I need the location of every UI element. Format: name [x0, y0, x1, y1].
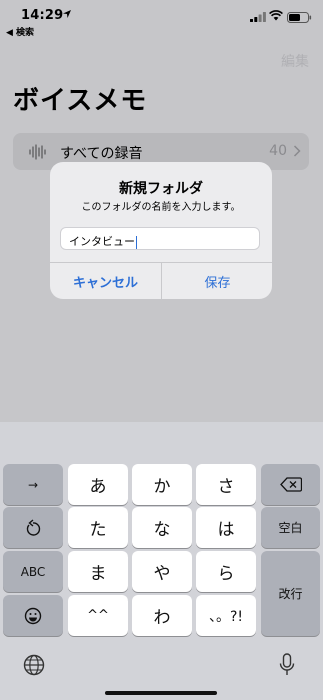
waveform-icon: [29, 144, 46, 160]
dialog-button-bar: キャンセル 保存: [50, 262, 272, 299]
key-ya[interactable]: や: [132, 551, 192, 592]
key-wa[interactable]: わ: [132, 595, 192, 636]
all-recordings-label: すべての録音: [60, 146, 143, 162]
key-dakuten[interactable]: ^^: [68, 595, 128, 636]
cellular-signal-icon: [250, 12, 266, 22]
cancel-button[interactable]: キャンセル: [50, 263, 161, 299]
key-ra[interactable]: ら: [196, 551, 256, 592]
delete-key[interactable]: [261, 464, 320, 505]
key-a[interactable]: あ: [68, 464, 128, 505]
wifi-icon: [269, 10, 283, 21]
emoji-icon: [24, 607, 42, 624]
return-key[interactable]: 改行: [261, 551, 320, 636]
undo-key[interactable]: [3, 507, 63, 548]
folder-name-value: インタビュー: [69, 235, 135, 248]
key-ka[interactable]: か: [132, 464, 192, 505]
key-na[interactable]: な: [132, 507, 192, 548]
key-ta[interactable]: た: [68, 507, 128, 548]
page-title: ボイスメモ: [13, 86, 148, 116]
space-key[interactable]: 空白: [261, 507, 320, 548]
back-to-search-link[interactable]: ◀ 検索: [6, 25, 34, 38]
mic-icon[interactable]: [279, 653, 295, 677]
save-button[interactable]: 保存: [161, 263, 272, 299]
dialog-title: 新規フォルダ: [119, 181, 203, 197]
status-bar: 14:29 ◀ 検索: [0, 0, 323, 40]
new-folder-dialog: 新規フォルダ このフォルダの名前を入力します。 インタビュー キャンセル 保存: [50, 162, 272, 299]
key-sa[interactable]: さ: [196, 464, 256, 505]
key-ha[interactable]: は: [196, 507, 256, 548]
dialog-message: このフォルダの名前を入力します。: [81, 202, 241, 213]
delete-icon: [279, 477, 302, 492]
status-time: 14:29: [21, 8, 64, 23]
folder-name-input[interactable]: インタビュー: [60, 227, 260, 250]
globe-icon[interactable]: [23, 654, 45, 676]
key-ma[interactable]: ま: [68, 551, 128, 592]
key-arrow-next[interactable]: →: [3, 464, 63, 505]
key-punctuation[interactable]: 、。?!: [196, 595, 256, 636]
recordings-count: 40: [269, 143, 287, 159]
emoji-key[interactable]: [3, 595, 63, 636]
text-caret: [136, 235, 137, 249]
home-indicator[interactable]: [105, 691, 217, 695]
chevron-right-icon: [293, 145, 301, 157]
abc-key[interactable]: ABC: [3, 551, 63, 592]
edit-button[interactable]: 編集: [281, 51, 309, 71]
undo-icon: [26, 518, 41, 536]
battery-icon: [287, 12, 312, 23]
location-arrow-icon: [63, 10, 71, 18]
